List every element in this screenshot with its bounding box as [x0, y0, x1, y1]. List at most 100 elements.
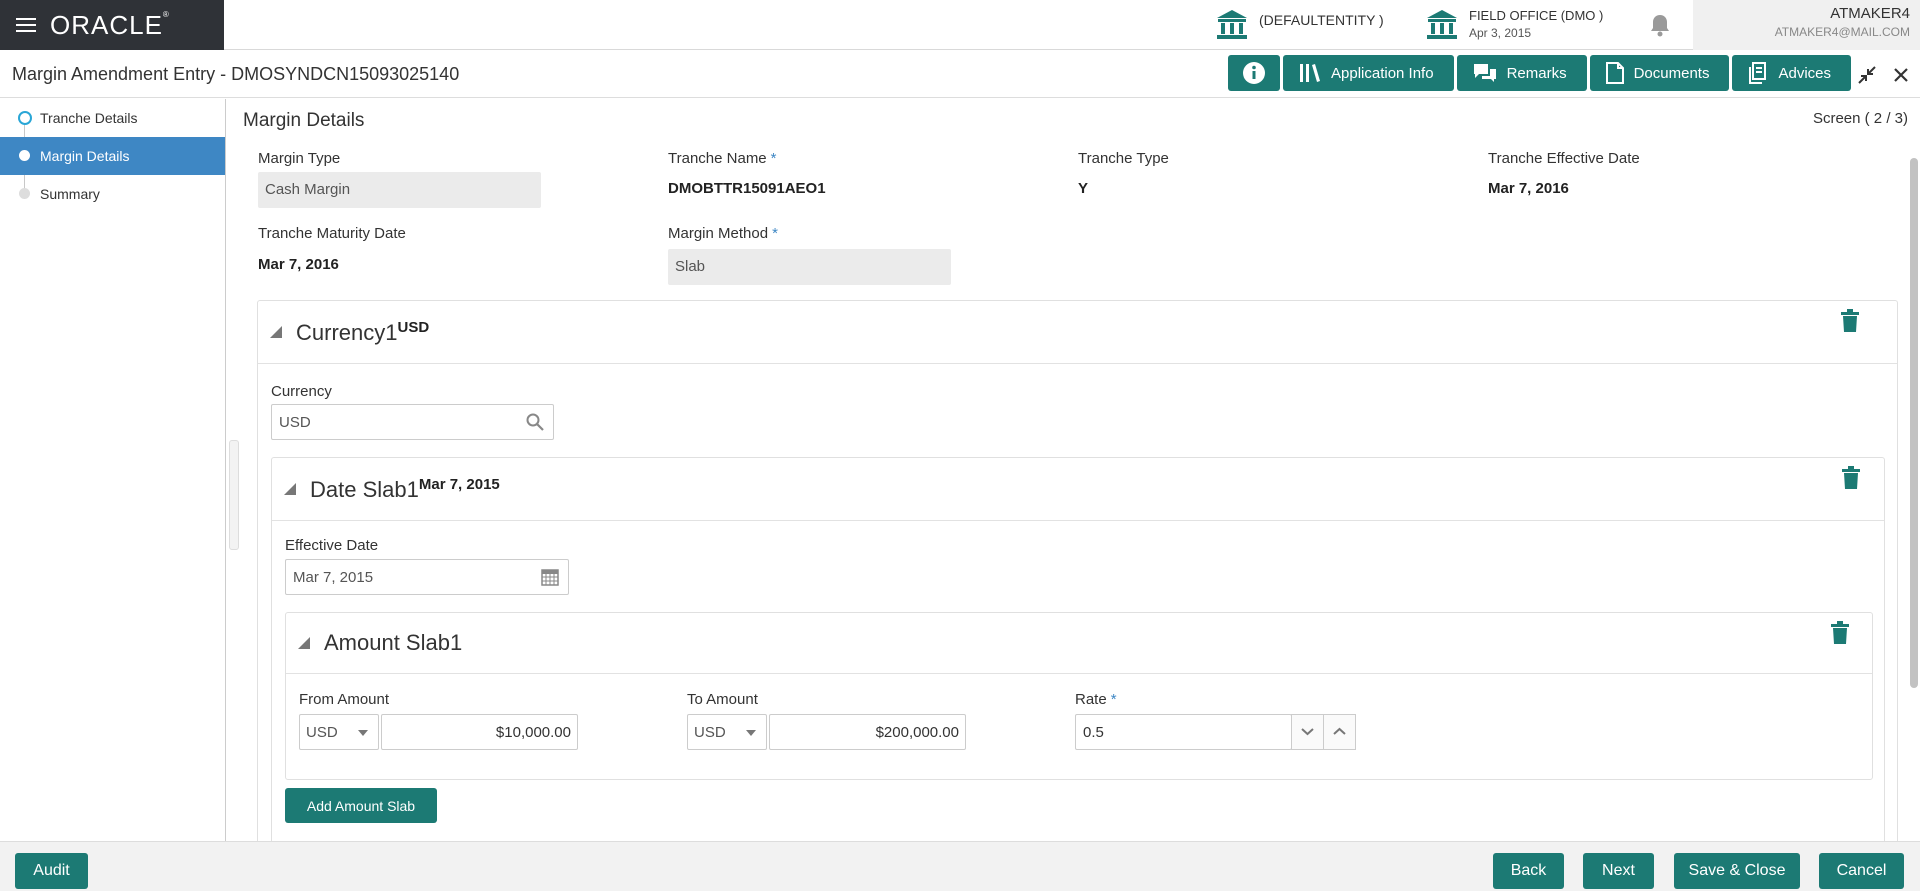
main-scrollbar[interactable]: [1910, 158, 1918, 688]
date-slab-panel-header: Date Slab1Mar 7, 2015: [272, 458, 1884, 521]
required-marker: *: [772, 225, 778, 242]
amount-slab-panel: Amount Slab1 From Amount USD $10,000.00 …: [285, 612, 1873, 780]
tranche-effective-date-value: Mar 7, 2016: [1488, 180, 1569, 197]
currency-input[interactable]: USD: [271, 404, 554, 440]
tranche-name-label: Tranche Name *: [668, 150, 777, 167]
collapse-caret-icon[interactable]: [284, 483, 296, 495]
tranche-effective-date-label: Tranche Effective Date: [1488, 150, 1640, 167]
chevron-down-icon: [358, 730, 368, 736]
margin-type-label: Margin Type: [258, 150, 341, 167]
chevron-down-icon: [746, 730, 756, 736]
sidebar-step-summary[interactable]: Summary: [0, 175, 225, 213]
hamburger-menu-icon[interactable]: [16, 18, 36, 32]
search-icon[interactable]: [526, 413, 544, 431]
chevron-down-icon: [1301, 728, 1314, 736]
tranche-maturity-date-value: Mar 7, 2016: [258, 256, 339, 273]
currency-panel-header: Currency1USD: [258, 301, 1897, 364]
oracle-logo: ORACLE®: [50, 9, 170, 40]
audit-button[interactable]: Audit: [15, 853, 88, 889]
section-title: Margin Details: [243, 110, 365, 131]
from-amount-input[interactable]: $10,000.00: [381, 714, 578, 750]
tranche-name-value: DMOBTTR15091AEO1: [668, 180, 826, 197]
bank-icon: [1427, 10, 1457, 39]
application-info-button[interactable]: Application Info: [1283, 55, 1454, 91]
advices-label: Advices: [1778, 64, 1831, 82]
advices-icon: [1749, 62, 1767, 84]
rate-decrement-button[interactable]: [1291, 714, 1324, 750]
delete-amount-slab-icon[interactable]: [1830, 621, 1850, 645]
collapse-caret-icon[interactable]: [298, 637, 310, 649]
info-button[interactable]: [1228, 55, 1280, 91]
wizard-sidebar: Tranche Details Margin Details Summary: [0, 99, 226, 841]
margin-type-field: Cash Margin: [258, 172, 541, 208]
application-info-label: Application Info: [1331, 64, 1434, 82]
step-label: Summary: [40, 186, 100, 202]
cancel-button[interactable]: Cancel: [1819, 853, 1904, 889]
step-label: Margin Details: [40, 148, 130, 164]
margin-method-field: Slab: [668, 249, 951, 285]
user-email: ATMAKER4@MAIL.COM: [1774, 25, 1910, 39]
effective-date-value: Mar 7, 2015: [293, 569, 374, 586]
sidebar-step-margin-details[interactable]: Margin Details: [0, 137, 225, 175]
library-icon: [1300, 64, 1320, 82]
office-date: Apr 3, 2015: [1469, 26, 1532, 40]
main-content: Margin Details Screen ( 2 / 3) Margin Ty…: [232, 99, 1920, 841]
entity-label: (DEFAULTENTITY ): [1259, 12, 1384, 28]
header-actions: Application Info Remarks Documents Advic…: [1228, 55, 1854, 91]
rate-increment-button[interactable]: [1323, 714, 1356, 750]
margin-method-label: Margin Method *: [668, 225, 778, 242]
date-slab-panel-title: Date Slab1Mar 7, 2015: [310, 476, 500, 502]
minimize-icon[interactable]: [1857, 65, 1877, 85]
from-currency-value: USD: [306, 724, 338, 741]
date-slab-panel: Date Slab1Mar 7, 2015 Effective Date Mar…: [271, 457, 1885, 841]
remarks-label: Remarks: [1506, 64, 1567, 82]
required-marker: *: [770, 150, 777, 167]
tranche-type-value: Y: [1078, 180, 1089, 197]
tranche-maturity-date-label: Tranche Maturity Date: [258, 225, 406, 242]
sidebar-step-tranche-details[interactable]: Tranche Details: [0, 99, 225, 137]
bank-icon: [1217, 10, 1247, 39]
currency-label: Currency: [271, 383, 332, 400]
remarks-button[interactable]: Remarks: [1456, 55, 1587, 91]
documents-button[interactable]: Documents: [1589, 55, 1730, 91]
effective-date-input[interactable]: Mar 7, 2015: [285, 559, 569, 595]
title-bar: Margin Amendment Entry - DMOSYNDCN150930…: [0, 51, 1920, 98]
notification-bell-icon[interactable]: [1649, 13, 1671, 37]
save-close-button[interactable]: Save & Close: [1674, 853, 1800, 889]
step-indicator: [18, 111, 32, 125]
user-name: ATMAKER4: [1830, 5, 1910, 22]
step-indicator: [19, 150, 30, 161]
from-amount-label: From Amount: [299, 691, 390, 708]
screen-indicator: Screen ( 2 / 3): [1812, 110, 1908, 127]
to-amount-input[interactable]: $200,000.00: [769, 714, 966, 750]
advices-button[interactable]: Advices: [1732, 55, 1851, 91]
user-menu[interactable]: ATMAKER4 ATMAKER4@MAIL.COM: [1693, 0, 1920, 50]
collapse-caret-icon[interactable]: [270, 326, 282, 338]
delete-currency-icon[interactable]: [1840, 309, 1860, 333]
delete-date-slab-icon[interactable]: [1841, 466, 1861, 490]
effective-date-label: Effective Date: [285, 537, 379, 554]
office-selector[interactable]: FIELD OFFICE (DMO ) Apr 3, 2015: [1425, 8, 1603, 40]
back-button[interactable]: Back: [1493, 853, 1564, 889]
page-title: Margin Amendment Entry - DMOSYNDCN150930…: [12, 64, 460, 84]
to-currency-select[interactable]: USD: [687, 714, 767, 750]
next-button[interactable]: Next: [1583, 853, 1654, 889]
rate-label: Rate *: [1075, 691, 1117, 708]
amount-slab-panel-header: Amount Slab1: [286, 613, 1872, 674]
brand-bar: ORACLE®: [0, 0, 224, 50]
rate-input[interactable]: 0.5: [1075, 714, 1292, 750]
document-icon: [1605, 62, 1624, 84]
currency-panel-title: Currency1USD: [296, 319, 430, 345]
add-amount-slab-button[interactable]: Add Amount Slab: [285, 788, 437, 823]
amount-slab-panel-title: Amount Slab1: [324, 630, 463, 655]
close-icon[interactable]: [1891, 65, 1911, 85]
step-indicator: [19, 188, 30, 199]
calendar-icon[interactable]: [541, 568, 559, 586]
required-marker: *: [1110, 691, 1117, 708]
chat-icon: [1473, 64, 1496, 82]
office-name: FIELD OFFICE (DMO ): [1469, 8, 1604, 23]
entity-selector[interactable]: (DEFAULTENTITY ): [1215, 8, 1384, 40]
tranche-type-label: Tranche Type: [1078, 150, 1169, 167]
chevron-up-icon: [1333, 727, 1346, 735]
from-currency-select[interactable]: USD: [299, 714, 379, 750]
